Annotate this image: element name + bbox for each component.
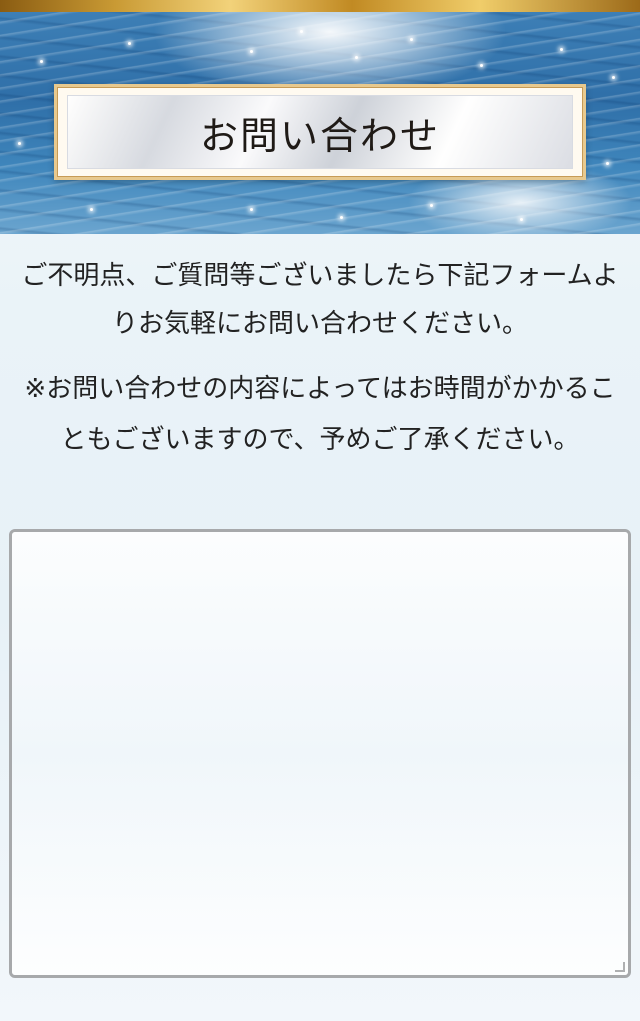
- sparkle: [612, 76, 615, 79]
- sparkle: [300, 30, 303, 33]
- page-title: お問い合わせ: [199, 113, 440, 158]
- sparkle: [340, 216, 343, 219]
- form-content[interactable]: [12, 532, 628, 975]
- page-title-frame: お問い合わせ: [54, 84, 586, 180]
- sparkle: [18, 142, 21, 145]
- notice-text: ※お問い合わせの内容によってはお時間がかかることもございますので、予めご了承くだ…: [24, 374, 616, 455]
- sparkle: [560, 48, 563, 51]
- sparkle: [90, 208, 93, 211]
- intro-text: ご不明点、ご質問等ございましたら下記フォームよりお気軽にお問い合わせください。: [21, 261, 619, 339]
- sparkle: [606, 162, 609, 165]
- sparkle: [410, 38, 413, 41]
- sparkle: [520, 218, 523, 221]
- sparkle: [480, 64, 483, 67]
- contact-form-area[interactable]: [9, 529, 631, 978]
- sparkle: [40, 60, 43, 63]
- sparkle: [250, 50, 253, 53]
- resize-grip-icon[interactable]: [615, 962, 625, 972]
- sparkle: [250, 208, 253, 211]
- page-title-panel: お問い合わせ: [67, 95, 573, 169]
- sparkle: [430, 204, 433, 207]
- sparkle: [355, 56, 358, 59]
- top-gold-bar: [0, 0, 640, 12]
- sparkle: [128, 42, 131, 45]
